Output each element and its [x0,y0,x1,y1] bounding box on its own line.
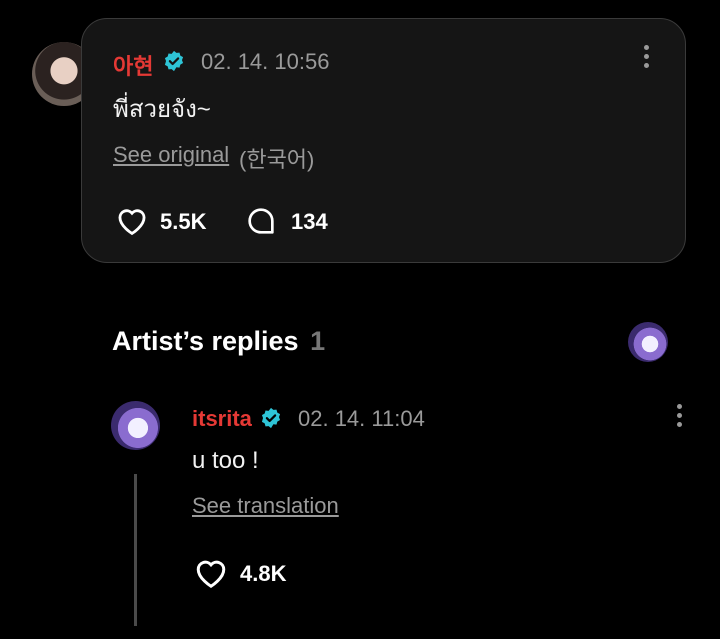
reply-timestamp: 02. 14. 11:04 [298,406,425,431]
comment-bubble-icon[interactable] [245,205,277,242]
post-card: 아현 02. 14. 10:56 พี่สวยจัง~ See original… [81,18,686,263]
artist-avatar-small[interactable] [628,322,668,362]
artist-replies-count: 1 [310,326,326,356]
like-heart-icon[interactable] [115,204,149,241]
reply-more-options-icon[interactable] [676,404,682,430]
post-more-options-icon[interactable] [643,45,649,71]
artist-replies-header: Artist’s replies 1 [112,326,325,357]
post-comment-count: 134 [291,209,328,234]
post-like-count: 5.5K [160,209,207,234]
original-language-label: (한국어) [239,147,315,172]
see-original-link[interactable]: See original [113,142,229,168]
reply-author-avatar[interactable] [111,401,160,450]
thread-line [134,474,137,626]
post-text: พี่สวยจัง~ [113,96,211,123]
see-translation-link[interactable]: See translation [192,493,339,519]
artist-replies-title: Artist’s replies [112,326,299,356]
reply-verified-badge-icon [260,407,282,434]
reply-text: u too ! [192,447,259,474]
reply-like-heart-icon[interactable] [193,555,229,594]
reply-like-count: 4.8K [240,561,287,586]
verified-badge-icon [163,50,185,77]
post-author-name[interactable]: 아현 [113,49,153,81]
post-timestamp: 02. 14. 10:56 [201,49,330,74]
reply-author-name[interactable]: itsrita [192,406,252,432]
